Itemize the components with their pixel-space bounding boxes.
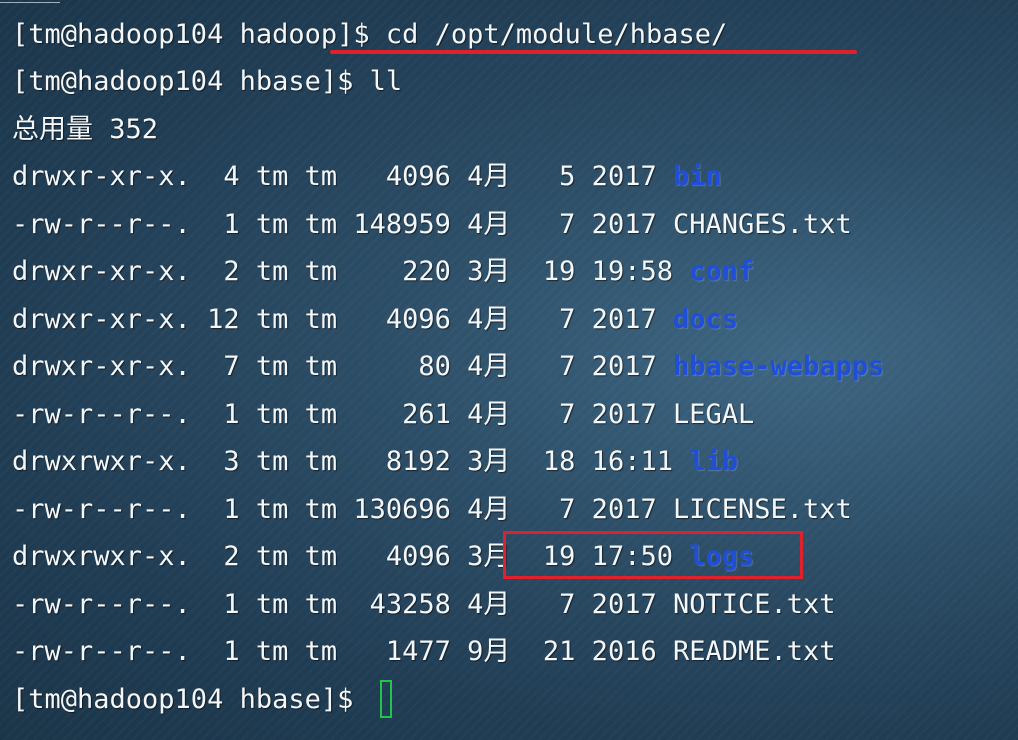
command-text: cd /opt/module/hbase/ <box>385 19 728 50</box>
entry-metadata: drwxr-xr-x. 2 tm tm 220 3月 19 19:58 <box>12 256 690 287</box>
entry-metadata: -rw-r--r--. 1 tm tm 130696 4月 7 2017 <box>12 494 673 525</box>
red-underline-annotation <box>330 50 857 54</box>
list-item: drwxr-xr-x. 2 tm tm 220 3月 19 19:58 conf <box>12 252 754 292</box>
list-item: -rw-r--r--. 1 tm tm 148959 4月 7 2017 CHA… <box>12 205 852 245</box>
entry-metadata: drwxr-xr-x. 12 tm tm 4096 4月 7 2017 <box>12 304 673 335</box>
command-line-ll: [tm@hadoop104 hbase]$ ll <box>12 62 402 102</box>
entry-name-dir: lib <box>689 446 738 477</box>
text-cursor <box>379 679 392 718</box>
entry-name-dir: bin <box>672 161 722 192</box>
entry-metadata: drwxr-xr-x. 4 tm tm 4096 4月 5 2017 <box>12 161 673 192</box>
command-text: ll <box>369 66 403 97</box>
list-item: drwxr-xr-x. 7 tm tm 80 4月 7 2017 hbase-w… <box>12 347 884 387</box>
total-size-line: 总用量 352 <box>12 114 159 145</box>
entry-name-dir: conf <box>689 256 755 287</box>
list-item: -rw-r--r--. 1 tm tm 130696 4月 7 2017 LIC… <box>12 490 852 530</box>
terminal-window[interactable]: [tm@hadoop104 hadoop]$ cd /opt/module/hb… <box>0 0 1018 740</box>
entry-metadata: -rw-r--r--. 1 tm tm 261 4月 7 2017 <box>12 399 673 430</box>
list-item: drwxrwxr-x. 3 tm tm 8192 3月 18 16:11 lib <box>12 442 738 482</box>
active-prompt-line[interactable]: [tm@hadoop104 hbase]$ <box>12 679 392 720</box>
entry-name-file: LEGAL <box>672 399 755 430</box>
command-line-cd: [tm@hadoop104 hadoop]$ cd /opt/module/hb… <box>12 15 727 55</box>
shell-prompt: [tm@hadoop104 hbase]$ <box>12 66 370 97</box>
shell-prompt: [tm@hadoop104 hadoop]$ <box>12 19 386 50</box>
list-item: -rw-r--r--. 1 tm tm 261 4月 7 2017 LEGAL <box>12 395 754 435</box>
entry-name-file: NOTICE.txt <box>672 589 836 620</box>
entry-name-file: CHANGES.txt <box>672 209 852 240</box>
list-item: -rw-r--r--. 1 tm tm 43258 4月 7 2017 NOTI… <box>12 585 836 625</box>
entry-metadata: -rw-r--r--. 1 tm tm 43258 4月 7 2017 <box>12 589 673 620</box>
entry-metadata: -rw-r--r--. 1 tm tm 148959 4月 7 2017 <box>12 209 673 240</box>
entry-name-file: README.txt <box>672 636 836 667</box>
shell-prompt: [tm@hadoop104 hbase]$ <box>12 684 370 715</box>
entry-name-dir: hbase-webapps <box>672 351 885 382</box>
entry-metadata: -rw-r--r--. 1 tm tm 1477 9月 21 2016 <box>12 636 673 667</box>
entry-metadata: drwxrwxr-x. 3 tm tm 8192 3月 18 16:11 <box>12 446 690 477</box>
red-box-annotation <box>503 531 803 579</box>
entry-metadata: drwxr-xr-x. 7 tm tm 80 4月 7 2017 <box>12 351 673 382</box>
list-item: drwxr-xr-x. 4 tm tm 4096 4月 5 2017 bin <box>12 157 722 197</box>
entry-name-file: LICENSE.txt <box>672 494 852 525</box>
list-item: -rw-r--r--. 1 tm tm 1477 9月 21 2016 READ… <box>12 632 836 672</box>
list-item: drwxr-xr-x. 12 tm tm 4096 4月 7 2017 docs <box>12 300 738 340</box>
entry-name-dir: docs <box>672 304 738 335</box>
